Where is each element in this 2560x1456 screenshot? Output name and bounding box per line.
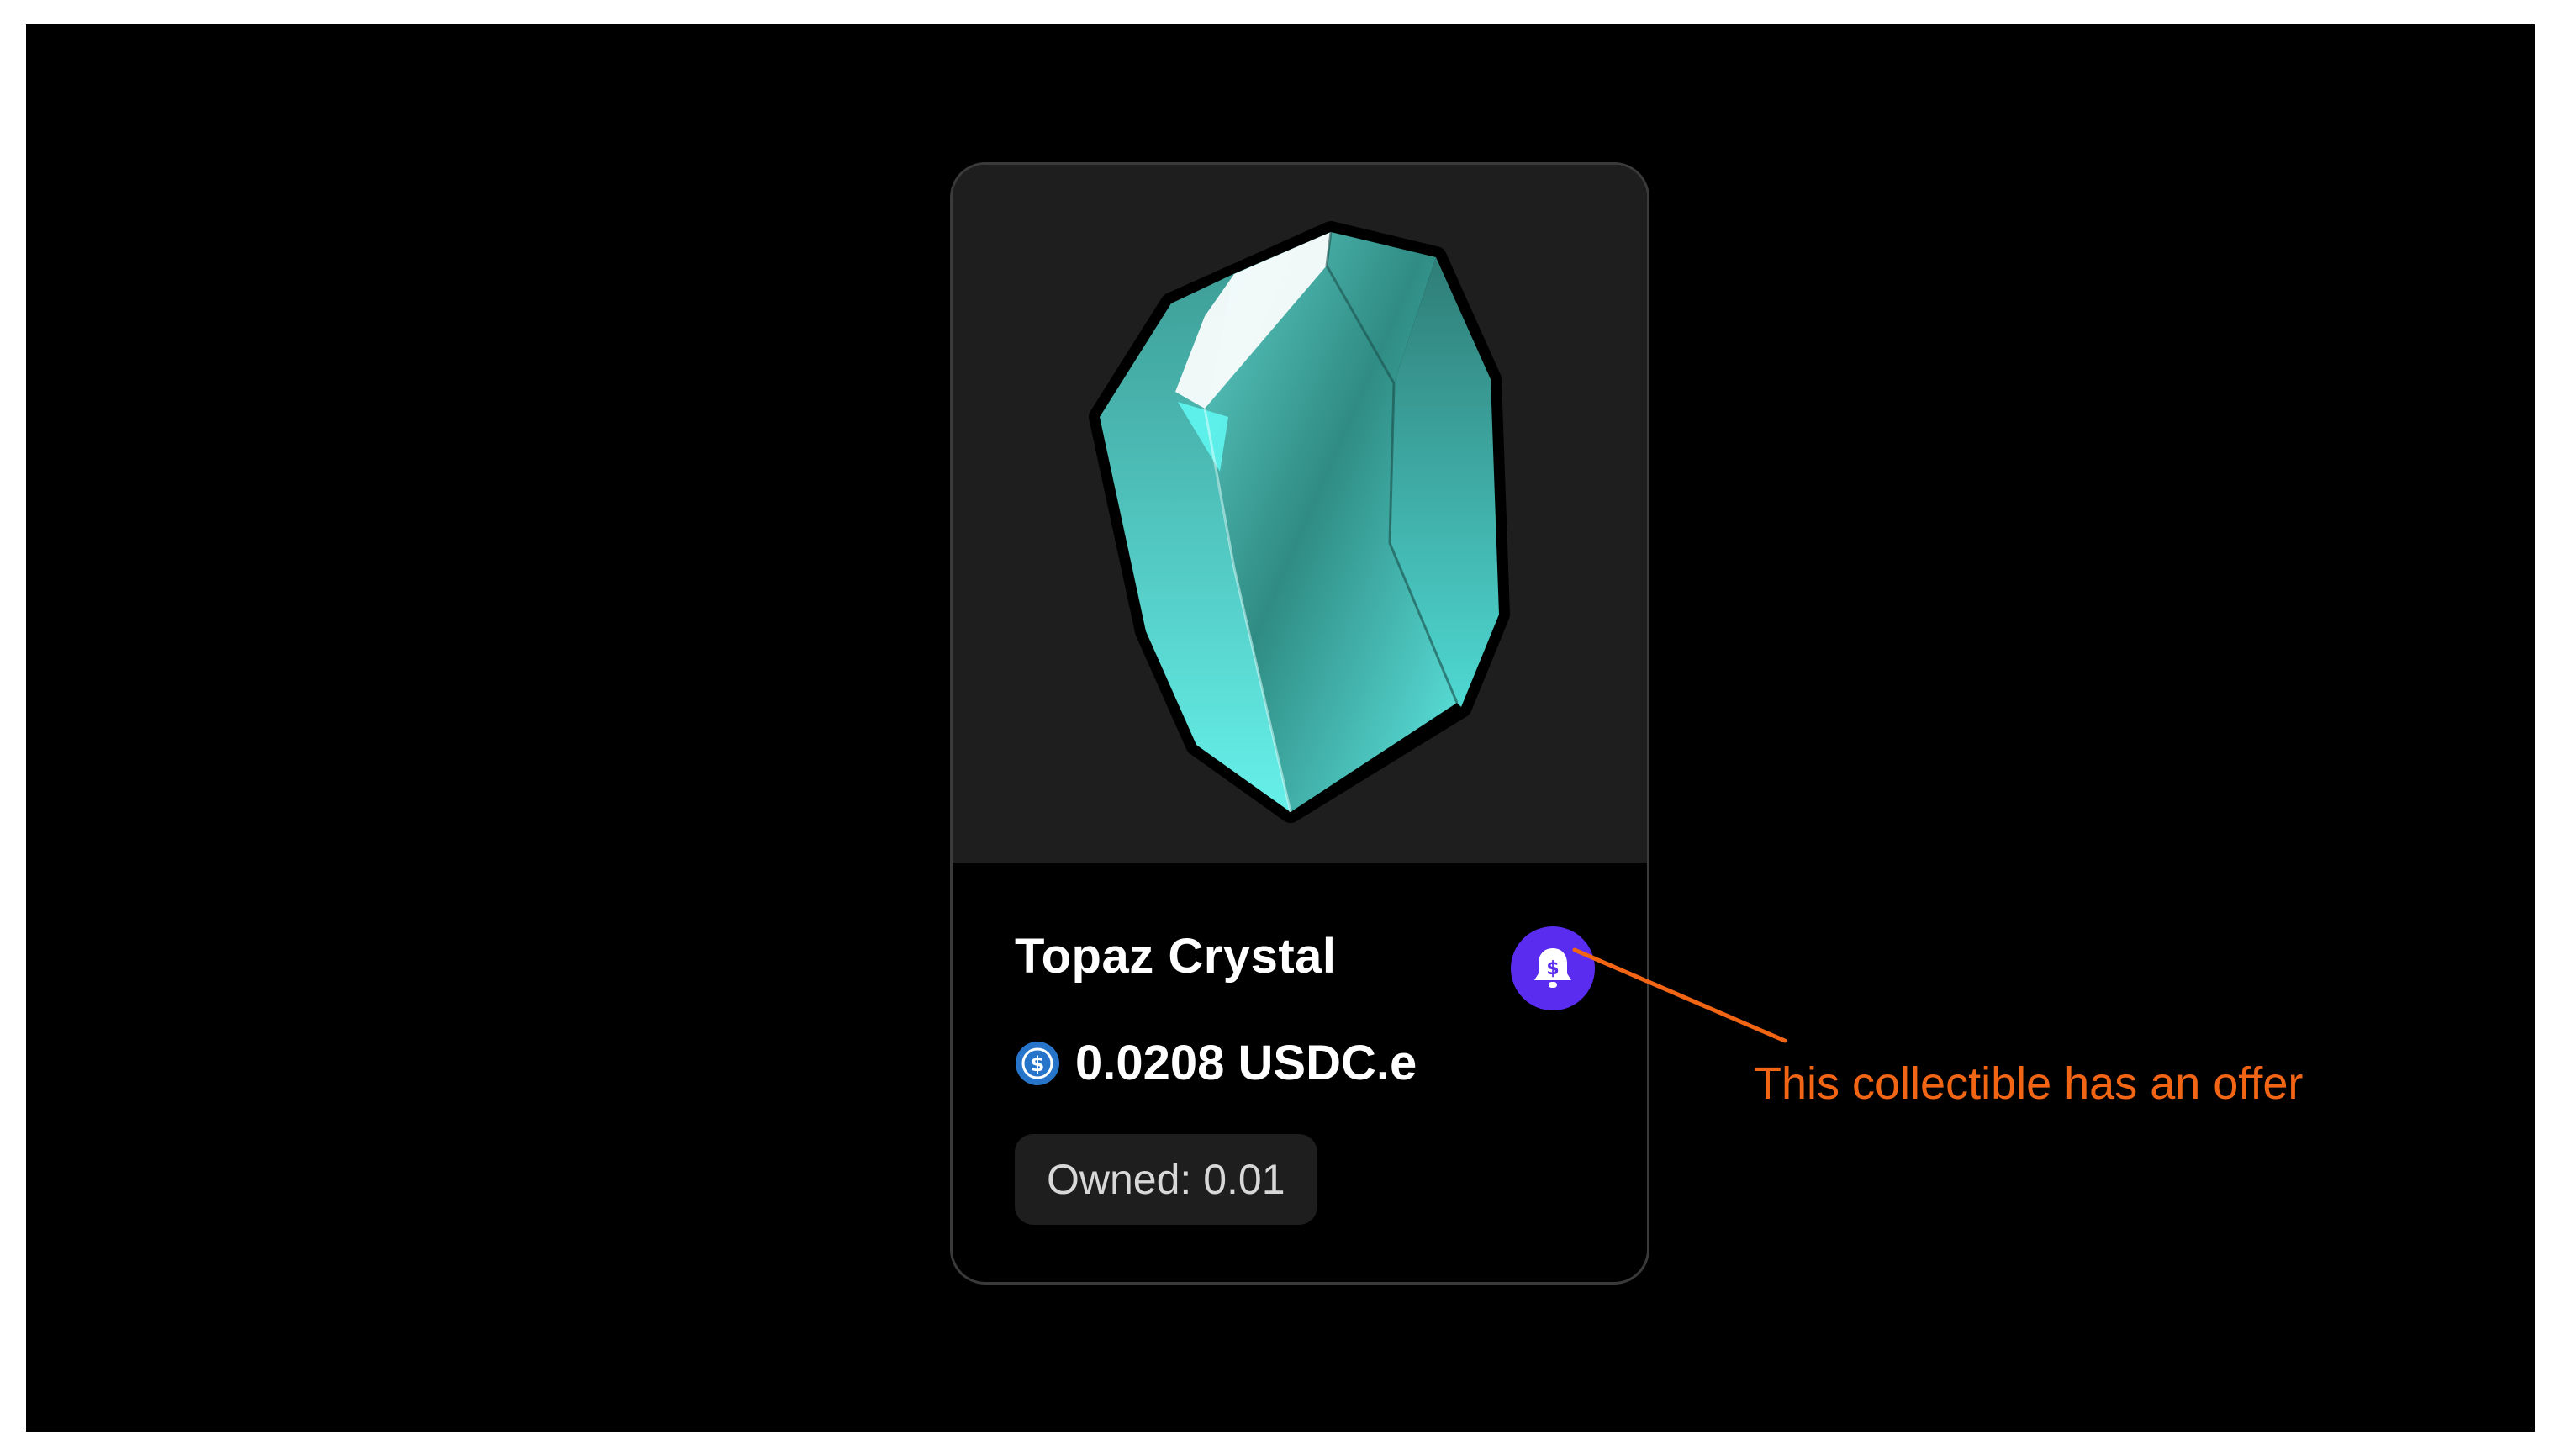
offer-notification-button[interactable]: $ — [1511, 926, 1595, 1010]
price-value: 0.0208 USDC.e — [1075, 1036, 1417, 1090]
owned-badge: Owned: 0.01 — [1015, 1134, 1317, 1225]
collectible-title: Topaz Crystal — [1015, 929, 1337, 984]
topaz-crystal-gem — [1089, 221, 1510, 823]
price-row: $ 0.0208 USDC.e — [1015, 1039, 1417, 1088]
collectible-image[interactable] — [953, 165, 1647, 863]
annotation-caption: This collectible has an offer — [1754, 1058, 2304, 1109]
collectible-card[interactable]: Topaz Crystal $ $ 0.0208 USDC.e Owned: 0… — [950, 162, 1649, 1285]
svg-text:$: $ — [1031, 1052, 1045, 1076]
svg-text:$: $ — [1546, 958, 1559, 979]
bell-dollar-icon: $ — [1534, 948, 1571, 988]
owned-label: Owned: 0.01 — [1047, 1156, 1285, 1203]
usdc-coin-icon: $ — [1016, 1042, 1059, 1085]
canvas-background: Topaz Crystal $ $ 0.0208 USDC.e Owned: 0… — [26, 24, 2535, 1432]
